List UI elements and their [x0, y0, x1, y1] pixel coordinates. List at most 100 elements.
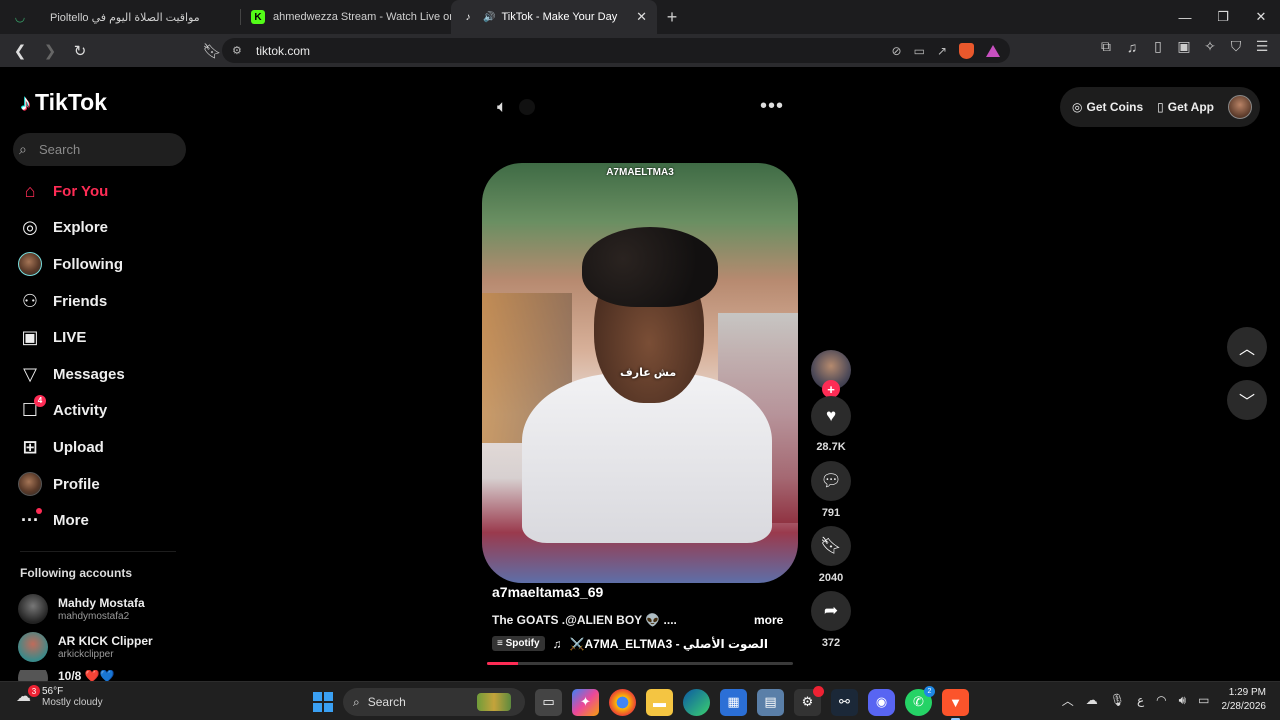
brave-rewards-icon[interactable] [986, 44, 1000, 57]
back-arrow-icon[interactable]: ❮ [8, 39, 32, 63]
bookmark-icon[interactable]: 🔖︎ [200, 39, 224, 63]
copilot-icon[interactable]: ✦ [572, 688, 599, 716]
reload-icon[interactable]: ↻ [68, 39, 92, 63]
nav-item-more[interactable]: ··· More [18, 502, 125, 539]
video-actions: + ♥ 28.7K 💬︎ 791 🔖︎ 2040 ➦ 372 [811, 350, 851, 649]
share-icon[interactable]: ↗ [937, 44, 947, 58]
battery-icon[interactable]: ▭ [1198, 693, 1209, 707]
calculator-icon[interactable]: ▤ [757, 688, 784, 716]
nav-item-following[interactable]: Following [18, 246, 125, 283]
new-tab-button[interactable]: + [657, 7, 687, 28]
site-info-icon[interactable]: ⚙ [232, 44, 246, 57]
whatsapp-icon[interactable]: ✆ 2 [905, 685, 935, 716]
comment-count: 791 [821, 507, 841, 519]
speaker-icon[interactable]: 🔊︎ [1179, 693, 1187, 708]
restore-icon[interactable]: ❐ [1204, 0, 1242, 34]
nav-item-messages[interactable]: ▽ Messages [18, 356, 125, 393]
show-hidden-icons-icon[interactable]: ︿ [1062, 692, 1074, 709]
brave-shields-icon[interactable] [959, 42, 974, 59]
start-button-icon[interactable] [313, 692, 333, 712]
cast-icon[interactable]: ▭ [914, 44, 925, 58]
close-window-icon[interactable]: ✕ [1242, 0, 1280, 34]
taskbar-search[interactable]: ⌕ Search [343, 688, 525, 716]
close-tab-icon[interactable]: ✕ [636, 9, 647, 25]
wallet-icon[interactable]: ▣ [1176, 38, 1192, 55]
audio-playing-icon[interactable]: 🔊 [483, 12, 495, 23]
get-coins-button[interactable]: ◎ Get Coins [1072, 100, 1143, 114]
video-author[interactable]: a7maeltama3_69 [492, 584, 603, 600]
music-row[interactable]: ≡ Spotify ♫ الصوت الأصلي - A7MA_ELTMA3⚔️ [492, 636, 768, 651]
tiktok-logo[interactable]: ♪ TikTok [20, 89, 107, 116]
description-more-button[interactable]: more [754, 613, 783, 627]
get-coins-label: Get Coins [1086, 100, 1144, 114]
microphone-icon[interactable]: 🎙︎ [1110, 693, 1125, 707]
leo-ai-icon[interactable]: ✧ [1202, 38, 1218, 55]
minimize-icon[interactable]: — [1166, 0, 1204, 34]
account-handle: mahdymostafa2 [58, 611, 130, 622]
creator-avatar[interactable]: + [811, 350, 851, 398]
weather-temp: 56°F [42, 686, 64, 697]
nav-label: Profile [53, 475, 100, 493]
browser-tab-tiktok[interactable]: ♪ 🔊 TikTok - Make Your Day ✕ [451, 0, 657, 34]
no-translate-icon[interactable]: ⊘ [892, 44, 902, 58]
share-button[interactable]: ➦ [811, 591, 851, 631]
clock-date: 2/28/2026 [1221, 701, 1267, 712]
brave-browser-icon[interactable]: ▼ [942, 688, 969, 720]
store-icon[interactable]: ▦ [720, 688, 747, 716]
weather-widget[interactable]: ☁ 3 56°F Mostly cloudy [16, 685, 103, 708]
nav-item-activity[interactable]: ☐ 4 Activity [18, 393, 125, 430]
search-input[interactable]: ⌕ Search [13, 133, 186, 166]
windows-taskbar: ☁ 3 56°F Mostly cloudy ⌕ Search ▭ ✦ ▬ ▦ … [0, 681, 1280, 720]
vpn-icon[interactable]: ⛉ [1228, 38, 1244, 55]
volume-icon[interactable]: 🔈︎ [497, 97, 507, 117]
following-avatar-icon [18, 252, 42, 277]
browser-tab-prayer-times[interactable]: مواقيت الصلاة اليوم في Pioltello [40, 0, 240, 34]
browser-tab-kick-stream[interactable]: K ahmedwezza Stream - Watch Live on [241, 0, 451, 34]
chrome-icon[interactable] [609, 688, 636, 716]
nav-item-for-you[interactable]: ⌂ For You [18, 173, 125, 210]
discord-icon[interactable]: ◉ [868, 688, 895, 716]
nav-item-profile[interactable]: Profile [18, 466, 125, 503]
forward-arrow-icon[interactable]: ❯ [38, 39, 62, 63]
weather-condition: Mostly cloudy [42, 697, 103, 708]
clock[interactable]: 1:29 PM 2/28/2026 [1222, 686, 1267, 714]
nav-item-explore[interactable]: ◎ Explore [18, 210, 125, 247]
spotify-tag[interactable]: ≡ Spotify [492, 636, 545, 651]
sidebar-icon[interactable]: ▯ [1150, 38, 1166, 55]
media-icon[interactable]: ♫ [1124, 39, 1140, 55]
edge-icon[interactable] [683, 688, 710, 716]
get-app-button[interactable]: ▯ Get App [1157, 100, 1214, 114]
menu-icon[interactable]: ☰ [1254, 38, 1270, 55]
file-explorer-icon[interactable]: ▬ [646, 688, 673, 716]
tiktok-page: ♪ TikTok ⌕ Search ⌂ For You ◎ Explore Fo… [0, 67, 1280, 681]
kick-favicon-icon: K [251, 10, 265, 24]
like-button[interactable]: ♥ [811, 396, 851, 436]
steam-icon[interactable]: ⚯ [831, 688, 858, 716]
nav-item-live[interactable]: ▣ LIVE [18, 319, 125, 356]
cloud-off-icon[interactable]: ☁ [1086, 693, 1098, 707]
save-button[interactable]: 🔖︎ [811, 526, 851, 566]
nav-item-upload[interactable]: ⊞ Upload [18, 429, 125, 466]
video-player[interactable]: A7MAELTMA3 مش عارف [482, 163, 798, 583]
following-account-item[interactable]: 10/8 ❤️💙 [18, 670, 115, 681]
comment-button[interactable]: 💬︎ [811, 461, 851, 501]
video-more-options-icon[interactable]: ••• [760, 95, 784, 118]
tab-search-icon[interactable]: ◡ [0, 0, 40, 34]
settings-gear-icon[interactable]: ⚙ [794, 685, 824, 716]
input-language[interactable]: ع [1137, 693, 1144, 707]
taskbar-apps: ⌕ Search ▭ ✦ ▬ ▦ ▤ ⚙ ⚯ ◉ ✆ 2 ▼ [313, 685, 969, 720]
address-bar[interactable]: ⚙ tiktok.com ⊘ ▭ ↗ [222, 38, 1010, 63]
nav-item-friends[interactable]: ⚇ Friends [18, 283, 125, 320]
task-view-icon[interactable]: ▭ [535, 688, 562, 716]
system-tray: ︿ ☁ 🎙︎ ع ◠ 🔊︎ ▭ 1:29 PM 2/28/2026 [1062, 686, 1266, 714]
url-text[interactable]: tiktok.com [256, 44, 310, 58]
user-avatar[interactable] [1228, 95, 1252, 119]
previous-video-button[interactable]: ︿ [1227, 327, 1267, 367]
following-account-item[interactable]: Mahdy Mostafa mahdymostafa2 [18, 594, 145, 624]
next-video-button[interactable]: ﹀ [1227, 380, 1267, 420]
screenshot-icon[interactable]: ⧉ [1098, 38, 1114, 55]
volume-slider[interactable] [519, 99, 536, 115]
following-account-item[interactable]: AR KICK Clipper arkickclipper [18, 632, 153, 662]
wifi-icon[interactable]: ◠ [1156, 693, 1166, 707]
video-progress-bar[interactable] [487, 662, 793, 665]
